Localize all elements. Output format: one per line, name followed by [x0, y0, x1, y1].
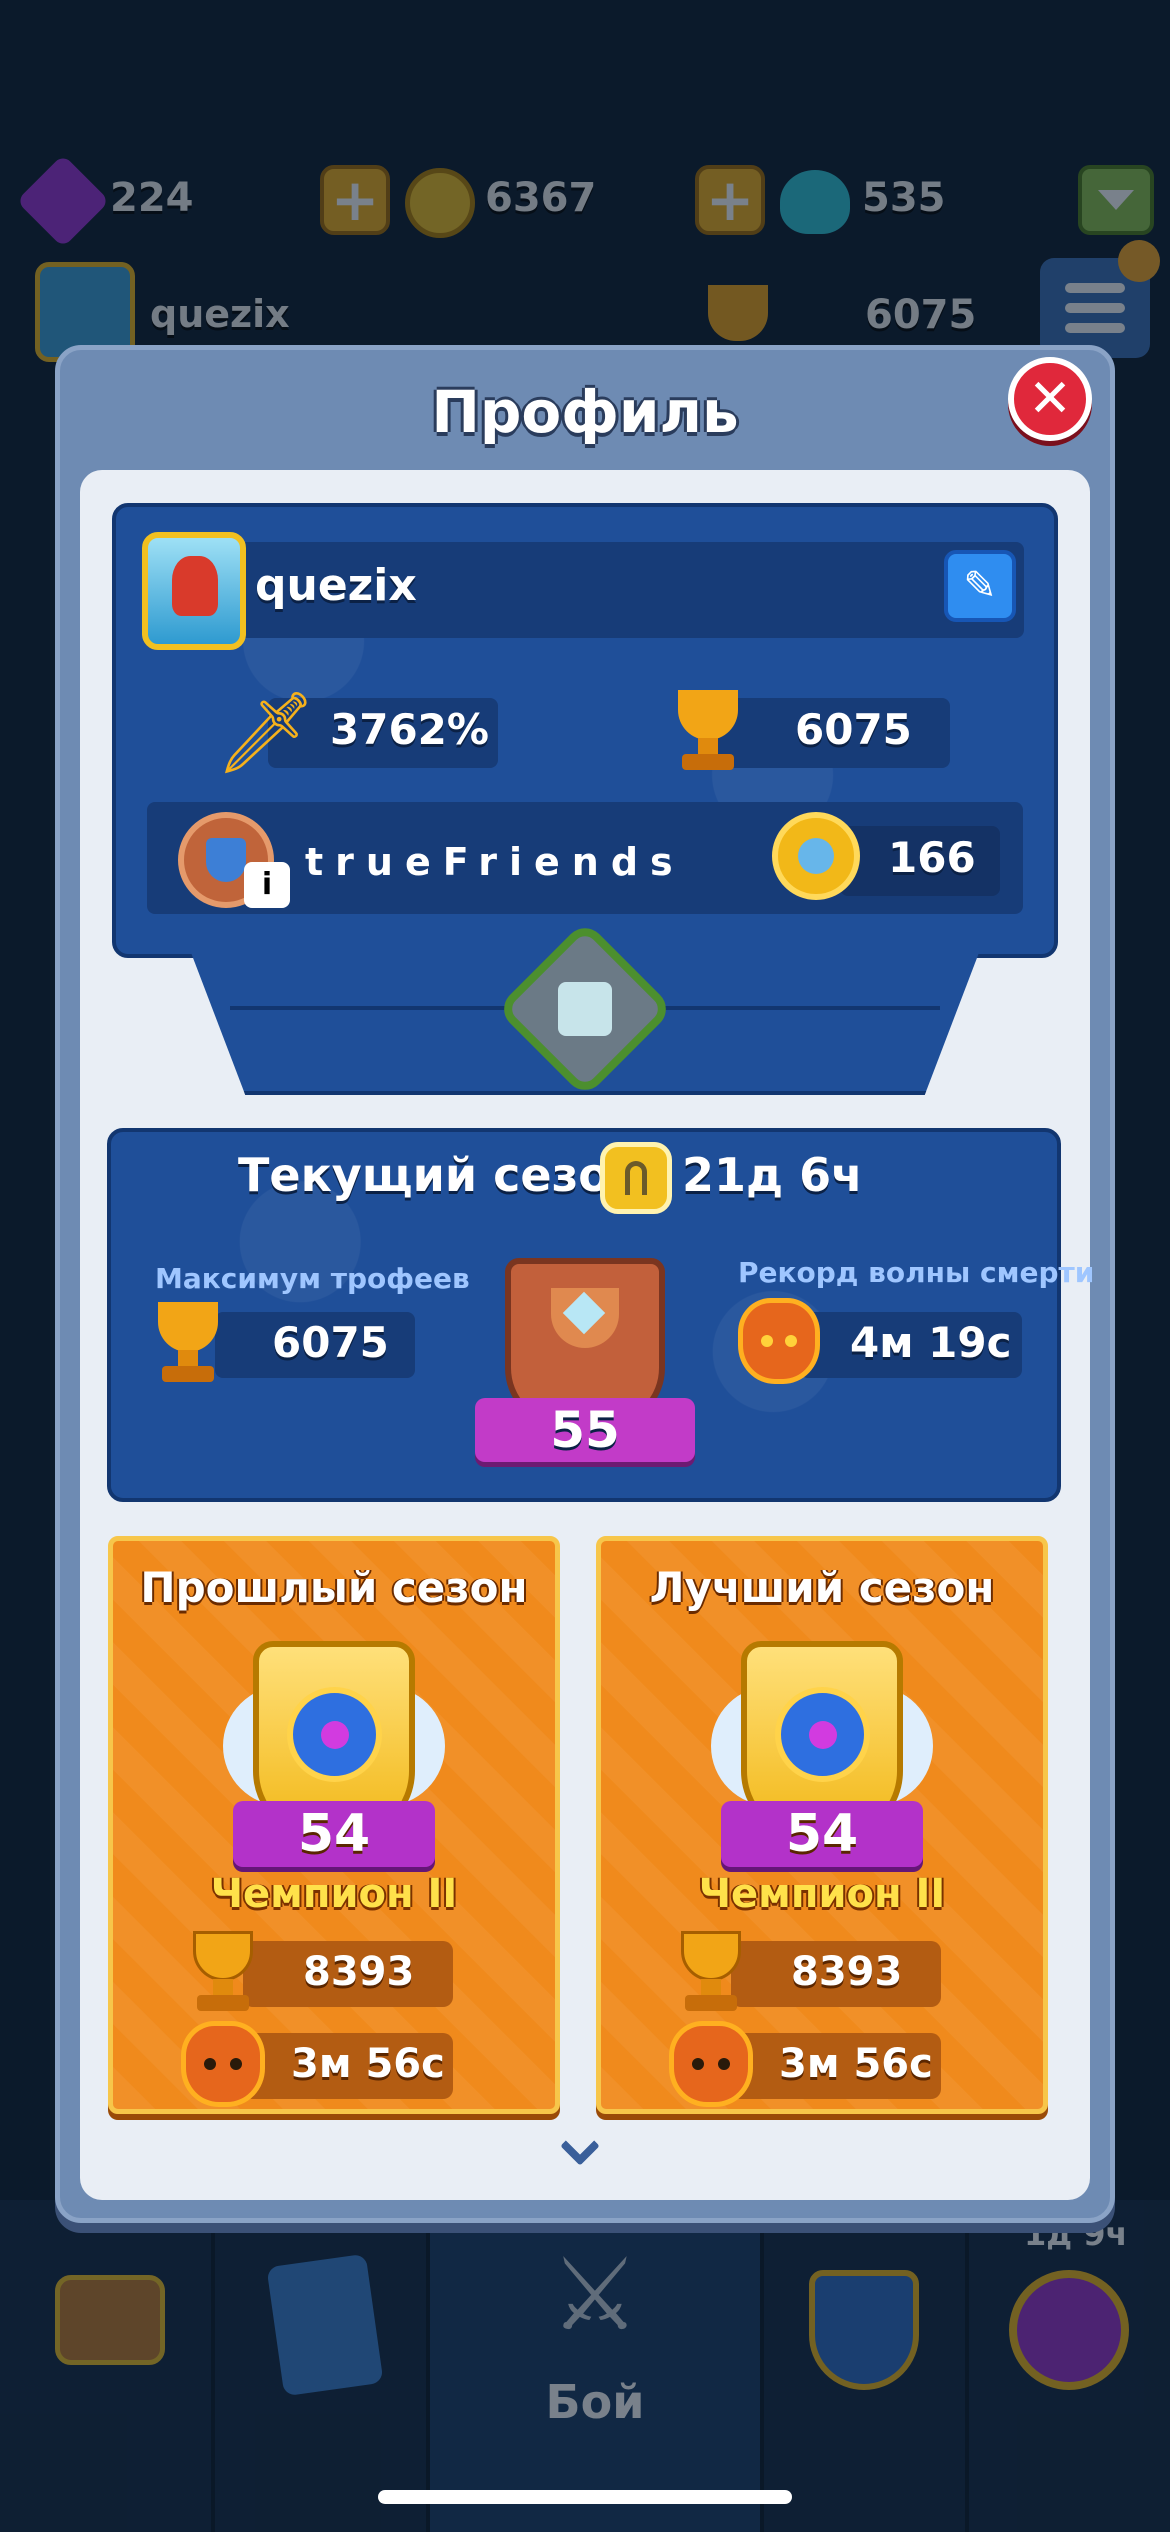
notification-dot — [1118, 240, 1160, 282]
league-icon — [1009, 2270, 1129, 2390]
death-wave-value: 4м 19с — [850, 1318, 1012, 1367]
profile-name: quezix — [255, 560, 417, 611]
best-season-level: 54 — [785, 1804, 859, 1864]
chevron-down-icon — [1098, 190, 1134, 210]
max-trophies-value: 6075 — [272, 1318, 389, 1367]
gem-icon — [16, 154, 110, 248]
medal-icon — [772, 812, 860, 900]
past-season-level: 54 — [297, 1804, 371, 1864]
nav-clan-tab[interactable] — [760, 2200, 965, 2532]
past-season-death-wave: 3м 56с — [291, 2041, 445, 2087]
coin-icon — [405, 168, 475, 238]
edit-name-button[interactable]: ✎ — [944, 550, 1016, 622]
nav-shop-tab[interactable] — [0, 2200, 215, 2532]
close-icon: ✕ — [1028, 369, 1072, 429]
dropdown-button[interactable] — [1078, 165, 1154, 235]
season-timer-icon — [600, 1142, 672, 1214]
hud-player-name: quezix — [150, 292, 290, 336]
menu-icon — [1065, 303, 1125, 313]
elixir-icon — [780, 170, 850, 234]
death-wave-label: Рекорд волны смерти — [738, 1256, 1095, 1289]
swords-icon: ⚔ — [550, 2236, 640, 2353]
trophy-value: 6075 — [795, 705, 912, 754]
best-season-death-wave: 3м 56с — [779, 2041, 933, 2087]
clan-name[interactable]: trueFriends — [305, 840, 685, 884]
best-season-death-wave-icon — [669, 2021, 753, 2107]
nav-battle-tab[interactable]: ⚔ Бой — [430, 2200, 760, 2532]
cards-icon — [266, 2253, 384, 2397]
best-season-rank: Чемпион II — [698, 1871, 946, 1917]
buy-gems-button[interactable]: + — [320, 165, 390, 235]
clan-shield-icon — [809, 2270, 919, 2390]
modal-title: Профиль — [431, 378, 739, 446]
avatar-character-icon — [172, 556, 218, 616]
hud-trophy-icon — [708, 285, 768, 341]
past-season-death-wave-icon — [181, 2021, 265, 2107]
hud-trophy-count: 6075 — [865, 292, 977, 338]
buy-coins-button[interactable]: + — [695, 165, 765, 235]
scroll-down-icon[interactable] — [558, 2126, 608, 2166]
nav-cards-tab[interactable] — [215, 2200, 430, 2532]
elixir-count: 535 — [862, 175, 946, 221]
chest-icon — [55, 2275, 165, 2365]
season-time-left: 21д 6ч — [682, 1148, 863, 1202]
bottom-nav: ⚔ Бой 1д 9ч — [0, 2200, 1170, 2532]
crit-value: 3762% — [330, 705, 489, 754]
home-indicator — [378, 2490, 792, 2504]
past-season-trophies: 8393 — [303, 1949, 415, 1995]
past-season-card[interactable]: Прошлый сезон 54 Чемпион II 8393 3м 56с — [108, 1536, 560, 2114]
clan-lock-icon: i — [244, 862, 290, 908]
profile-avatar[interactable] — [142, 532, 246, 650]
death-wave-icon — [738, 1298, 820, 1384]
close-button[interactable]: ✕ — [1008, 357, 1092, 441]
top-hud: 224 + 6367 + 535 quezix 6075 — [0, 0, 1170, 362]
past-season-title: Прошлый сезон — [140, 1563, 528, 1612]
season-label: Текущий сезон: — [238, 1148, 661, 1202]
medal-value: 166 — [888, 833, 976, 882]
past-season-trophy-icon — [183, 1931, 263, 2017]
sword-icon: 🗡 — [215, 686, 317, 779]
battle-label: Бой — [545, 2375, 645, 2429]
past-season-rank: Чемпион II — [210, 1871, 458, 1917]
gem-count: 224 — [110, 175, 194, 221]
max-trophies-icon — [148, 1302, 228, 1388]
coin-count: 6367 — [485, 175, 597, 221]
best-season-card[interactable]: Лучший сезон 54 Чемпион II 8393 3м 56с — [596, 1536, 1048, 2114]
nav-league-tab[interactable]: 1д 9ч — [965, 2200, 1170, 2532]
trophy-icon — [668, 690, 748, 776]
season-league-level: 55 — [550, 1401, 620, 1459]
pencil-icon: ✎ — [963, 563, 997, 609]
best-season-trophy-icon — [671, 1931, 751, 2017]
best-season-trophies: 8393 — [791, 1949, 903, 1995]
best-season-title: Лучший сезон — [649, 1563, 995, 1612]
max-trophies-label: Максимум трофеев — [155, 1262, 470, 1295]
